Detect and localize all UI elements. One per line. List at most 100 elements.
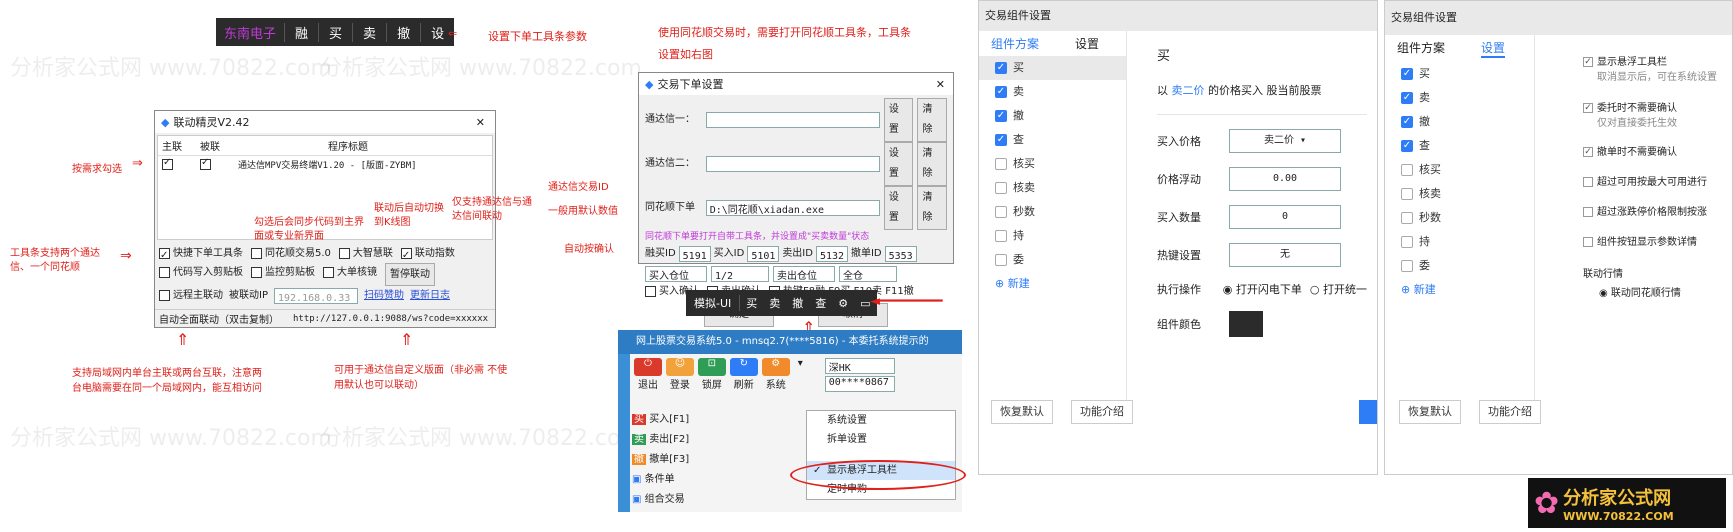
- toolbar-btn-sell[interactable]: 卖: [353, 22, 388, 42]
- donate-link[interactable]: 扫码赞助: [364, 286, 404, 305]
- ths-condition-item[interactable]: ▣ 条件单: [632, 470, 728, 490]
- toolbar-btn-rong[interactable]: 融: [285, 22, 320, 42]
- tdx2-input[interactable]: [705, 156, 880, 172]
- menu-system-settings[interactable]: 系统设置: [807, 411, 955, 430]
- mini-cancel-button[interactable]: 撤: [786, 295, 809, 311]
- list-item-check-buy[interactable]: 核买: [1385, 158, 1534, 182]
- opt-bigorder[interactable]: 大单核镜: [323, 263, 377, 286]
- sell-id-input[interactable]: 5132: [815, 246, 848, 262]
- mini-query-button[interactable]: 查: [809, 295, 832, 311]
- opt-over-available[interactable]: 超过可用按最大可用进行: [1583, 173, 1732, 203]
- tdx1-input[interactable]: [705, 112, 880, 128]
- opt-dzh[interactable]: 大智慧联: [338, 244, 393, 263]
- exec-radio-1[interactable]: ◉ 打开闪电下单: [1223, 281, 1302, 297]
- opt-no-confirm-cancel[interactable]: ✓ 撤单时不需要确认: [1583, 143, 1732, 173]
- login-button[interactable]: ☺ 登录: [665, 358, 694, 392]
- buy-id-input[interactable]: 5101: [747, 246, 780, 262]
- status-url[interactable]: http://127.0.0.1:9088/ws?code=xxxxxx: [293, 314, 488, 324]
- tab-settings[interactable]: 设置: [1481, 39, 1506, 58]
- list-item-buy[interactable]: ✓ 买: [979, 56, 1126, 80]
- tab-settings[interactable]: 设置: [1075, 35, 1099, 52]
- opt-clipboard[interactable]: 代码写入剪贴板: [159, 263, 243, 286]
- lock-button[interactable]: ⊡ 锁屏: [697, 358, 726, 392]
- ths-clear-button[interactable]: 清除: [917, 186, 947, 230]
- list-item-order[interactable]: 委: [979, 248, 1126, 272]
- list-item-sell[interactable]: ✓ 卖: [979, 80, 1126, 104]
- hotkey-input[interactable]: 无: [1229, 243, 1341, 267]
- list-item-check-sell[interactable]: 核卖: [1385, 182, 1534, 206]
- list-item-seconds[interactable]: 秒数: [1385, 206, 1534, 230]
- close-icon[interactable]: ✕: [476, 116, 485, 129]
- mini-sell-button[interactable]: 卖: [763, 295, 786, 311]
- sell-position-select[interactable]: 卖出仓位: [773, 266, 835, 282]
- link-radio[interactable]: ◉ 联动同花顺行情: [1583, 284, 1732, 299]
- ip-input[interactable]: 192.168.0.33: [273, 287, 358, 304]
- refresh-button[interactable]: ↻ 刷新: [729, 358, 758, 392]
- close-icon[interactable]: ✕: [936, 78, 945, 91]
- new-button[interactable]: ⊕ 新建: [1385, 278, 1534, 302]
- price-select[interactable]: 卖二价 ▾: [1229, 129, 1341, 153]
- toolbar-btn-buy[interactable]: 买: [319, 22, 354, 42]
- opt-ths[interactable]: 同花顺交易5.0: [251, 244, 331, 263]
- list-item-hold[interactable]: 持: [1385, 230, 1534, 254]
- menu-split-settings[interactable]: 拆单设置: [807, 430, 955, 449]
- list-item-buy[interactable]: ✓ 买: [1385, 62, 1534, 86]
- list-item-hold[interactable]: 持: [979, 224, 1126, 248]
- sell-ratio-select[interactable]: 全仓: [839, 266, 897, 282]
- buy-ratio-select[interactable]: 1/2: [711, 266, 769, 282]
- system-button[interactable]: ⚙ 系统: [761, 358, 790, 392]
- exec-radio-2[interactable]: ○ 打开统一: [1310, 281, 1367, 297]
- opt-remote[interactable]: 远程主联动: [159, 286, 223, 305]
- exit-button[interactable]: ⏻ 退出: [634, 358, 662, 392]
- ths-combo-item[interactable]: ▣ 组合交易: [632, 490, 728, 510]
- opt-no-confirm-order[interactable]: ✓ 委托时不需要确认 仅对直接委托生效: [1583, 99, 1732, 133]
- list-item-cancel[interactable]: ✓ 撤: [1385, 110, 1534, 134]
- tdx1-set-button[interactable]: 设置: [883, 98, 914, 142]
- market-select[interactable]: 深HK: [824, 358, 895, 374]
- tdx2-clear-button[interactable]: 清除: [917, 142, 947, 186]
- list-item-check-buy[interactable]: 核买: [979, 152, 1126, 176]
- list-item-seconds[interactable]: 秒数: [979, 200, 1126, 224]
- color-swatch[interactable]: [1229, 311, 1263, 337]
- reset-button[interactable]: 恢复默认: [1399, 400, 1461, 424]
- gear-icon[interactable]: ⚙: [832, 297, 854, 310]
- tdx2-set-button[interactable]: 设置: [883, 142, 914, 186]
- ths-buy-item[interactable]: 买 买入[F1]: [632, 410, 728, 430]
- account-select[interactable]: 00****0867: [824, 376, 895, 392]
- list-item-check-sell[interactable]: 核卖: [979, 176, 1126, 200]
- new-button[interactable]: ⊕ 新建: [979, 272, 1126, 296]
- toolbar-btn-cancel[interactable]: 撤: [387, 22, 422, 42]
- list-item-query[interactable]: ✓ 查: [979, 128, 1126, 152]
- intro-button[interactable]: 功能介绍: [1479, 400, 1541, 424]
- rong-id-input[interactable]: 5191: [678, 246, 711, 262]
- buy-position-select[interactable]: 买入仓位: [645, 266, 707, 282]
- tdx1-clear-button[interactable]: 清除: [917, 98, 947, 142]
- opt-monitor[interactable]: 监控剪贴板: [251, 263, 315, 286]
- list-item-order[interactable]: 委: [1385, 254, 1534, 278]
- pause-button[interactable]: 暂停联动: [385, 263, 435, 286]
- ths-set-button[interactable]: 设置: [883, 186, 914, 230]
- opt-index[interactable]: 联动指数: [400, 244, 455, 265]
- opt-show-details[interactable]: 组件按钮显示参数详情: [1583, 233, 1732, 265]
- cancel-id-input[interactable]: 5353: [884, 246, 917, 262]
- list-item-sell[interactable]: ✓ 卖: [1385, 86, 1534, 110]
- list-item-query[interactable]: ✓ 查: [1385, 134, 1534, 158]
- ths-sell-item[interactable]: 卖 卖出[F2]: [632, 430, 728, 450]
- confirm-button[interactable]: [1359, 400, 1377, 424]
- table-row[interactable]: 通达信MPV交易终端V1.20 - [版面-ZYBM]: [158, 156, 492, 173]
- tab-plan[interactable]: 组件方案: [991, 35, 1039, 52]
- log-link[interactable]: 更新日志: [410, 286, 450, 305]
- list-item-cancel[interactable]: ✓ 撤: [979, 104, 1126, 128]
- tab-plan[interactable]: 组件方案: [1397, 39, 1445, 58]
- ths-cancel-item[interactable]: 撤 撤单[F3]: [632, 450, 728, 470]
- opt-toolbar[interactable]: 快捷下单工具条: [159, 244, 243, 265]
- reset-button[interactable]: 恢复默认: [991, 400, 1053, 424]
- opt-over-limit[interactable]: 超过涨跌停价格限制按涨: [1583, 203, 1732, 233]
- intro-button[interactable]: 功能介绍: [1071, 400, 1133, 424]
- sub-checkbox[interactable]: [200, 157, 211, 170]
- opt-show-floating[interactable]: ✓ 显示悬浮工具栏 取消显示后，可在系统设置: [1583, 53, 1732, 85]
- ths-path-input[interactable]: D:\同花顺\xiadan.exe: [705, 200, 880, 216]
- qty-stepper[interactable]: 0: [1229, 205, 1341, 229]
- mini-buy-button[interactable]: 买: [740, 295, 763, 311]
- float-stepper[interactable]: 0.00: [1229, 167, 1341, 191]
